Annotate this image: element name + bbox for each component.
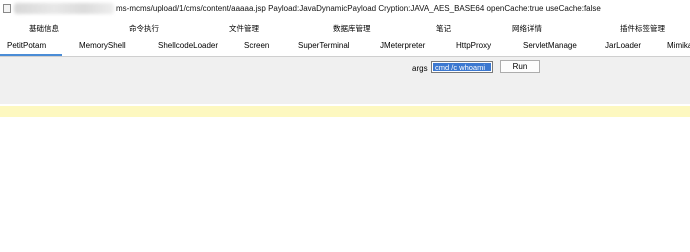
redacted-url-prefix bbox=[14, 3, 114, 14]
app-icon bbox=[3, 4, 11, 13]
main-tab-bar: 基础信息 命令执行 文件管理 数据库管理 笔记 网络详情 插件标签管理 bbox=[0, 19, 690, 37]
plugin-panel bbox=[0, 57, 690, 104]
tab-command-exec[interactable]: 命令执行 bbox=[129, 23, 159, 34]
tab-basic-info[interactable]: 基础信息 bbox=[29, 23, 59, 34]
run-button[interactable]: Run bbox=[500, 60, 540, 73]
tab-notes[interactable]: 笔记 bbox=[436, 23, 451, 34]
plugin-tab-bar: PetitPotam MemoryShell ShellcodeLoader S… bbox=[0, 37, 690, 57]
plugin-tab-jarloader[interactable]: JarLoader bbox=[605, 41, 641, 50]
tab-network-details[interactable]: 网络详情 bbox=[512, 23, 542, 34]
output-area[interactable] bbox=[0, 104, 690, 252]
plugin-tab-superterminal[interactable]: SuperTerminal bbox=[298, 41, 350, 50]
tab-database-manager[interactable]: 数据库管理 bbox=[333, 23, 371, 34]
plugin-tab-servletmanage[interactable]: ServletManage bbox=[523, 41, 577, 50]
args-input-value: cmd /c whoami bbox=[433, 63, 491, 71]
active-tab-indicator bbox=[0, 54, 62, 56]
plugin-tab-shellcodeloader[interactable]: ShellcodeLoader bbox=[158, 41, 218, 50]
plugin-tab-screen[interactable]: Screen bbox=[244, 41, 269, 50]
plugin-tab-memoryshell[interactable]: MemoryShell bbox=[79, 41, 126, 50]
args-label: args bbox=[412, 64, 428, 73]
plugin-tab-mimika[interactable]: Mimika bbox=[667, 41, 690, 50]
tab-plugin-tag-manager[interactable]: 插件标签管理 bbox=[620, 23, 665, 34]
tab-file-manager[interactable]: 文件管理 bbox=[229, 23, 259, 34]
plugin-tab-jmeterpreter[interactable]: JMeterpreter bbox=[380, 41, 425, 50]
plugin-tab-petitpotam[interactable]: PetitPotam bbox=[7, 41, 46, 50]
window-titlebar: ms-mcms/upload/1/cms/content/aaaaa.jsp P… bbox=[0, 0, 690, 18]
plugin-tab-httpproxy[interactable]: HttpProxy bbox=[456, 41, 491, 50]
window-title: ms-mcms/upload/1/cms/content/aaaaa.jsp P… bbox=[116, 4, 601, 13]
status-strip bbox=[0, 106, 690, 117]
args-input[interactable]: cmd /c whoami bbox=[431, 61, 493, 73]
